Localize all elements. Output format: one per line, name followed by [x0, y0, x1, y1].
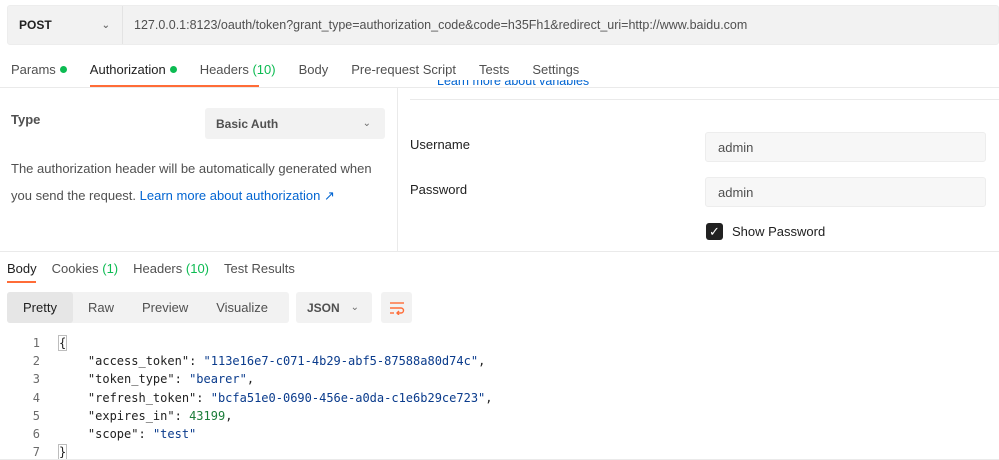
wrap-lines-icon	[389, 301, 404, 315]
method-label: POST	[19, 18, 52, 32]
json-key: "expires_in"	[87, 408, 175, 423]
show-password-checkbox[interactable]: ✓	[706, 223, 723, 240]
auth-type-select[interactable]: Basic Auth ⌄	[205, 108, 385, 139]
response-tab-test-results[interactable]: Test Results	[217, 258, 303, 284]
response-tab-cookies[interactable]: Cookies (1)	[45, 258, 126, 284]
chevron-down-icon: ⌄	[101, 19, 110, 31]
show-password-label[interactable]: Show Password	[732, 224, 825, 239]
response-body-code: 1{ 2 "access_token": "113e16e7-c071-4b29…	[0, 334, 999, 460]
tab-label: Authorization	[89, 62, 166, 77]
code-line: 3 "token_type": "bearer",	[0, 370, 999, 388]
divider	[0, 251, 999, 252]
tab-label: Cookies	[51, 261, 99, 276]
json-punct: ,	[246, 372, 255, 387]
auth-description: The authorization header will be automat…	[11, 155, 381, 209]
line-number: 4	[32, 390, 40, 405]
line-number: 1	[32, 336, 40, 350]
tab-label: Body	[298, 62, 329, 77]
json-value: "test"	[152, 426, 197, 441]
active-tab-indicator	[7, 281, 36, 283]
chevron-down-icon: ⌄	[362, 118, 371, 129]
json-key: "token_type"	[87, 372, 175, 387]
view-pretty-button[interactable]: Pretty	[7, 292, 73, 323]
panel-divider	[397, 88, 398, 251]
checkmark-icon: ✓	[709, 224, 720, 239]
code-line: 6 "scope": "test"	[0, 425, 999, 443]
code-line: 1{	[0, 334, 999, 352]
response-tabs: Body Cookies (1) Headers (10) Test Resul…	[0, 258, 303, 284]
chevron-down-icon: ⌄	[350, 302, 359, 313]
tab-label: Settings	[532, 62, 580, 77]
divider	[410, 99, 999, 100]
view-preview-button[interactable]: Preview	[127, 292, 201, 323]
line-number: 6	[32, 426, 40, 441]
json-key: "scope"	[87, 426, 139, 441]
tab-label: Tests	[478, 62, 510, 77]
cookies-count: (1)	[102, 261, 119, 276]
tab-label: Params	[11, 62, 56, 77]
format-select[interactable]: JSON ⌄	[296, 292, 372, 323]
code-line: 7}	[0, 443, 999, 460]
view-mode-group: Pretty Raw Preview Visualize	[7, 292, 289, 323]
password-field[interactable]: admin	[705, 177, 986, 207]
tab-label: Headers	[199, 62, 249, 77]
tab-label: Body	[7, 261, 37, 276]
learn-more-variables-text: Learn more about variables	[437, 80, 590, 88]
url-input[interactable]: 127.0.0.1:8123/oauth/token?grant_type=au…	[123, 18, 747, 32]
headers-count: (10)	[185, 261, 210, 276]
line-number: 2	[32, 354, 40, 369]
headers-count: (10)	[252, 62, 276, 77]
status-dot	[169, 66, 177, 74]
line-number: 7	[32, 445, 40, 460]
view-visualize-button[interactable]: Visualize	[201, 292, 281, 323]
json-key: "access_token"	[87, 354, 190, 369]
tab-authorization[interactable]: Authorization	[79, 55, 259, 87]
username-label: Username	[410, 137, 470, 152]
json-value: "bearer"	[189, 372, 247, 387]
auth-type-value: Basic Auth	[216, 116, 279, 131]
json-value: "113e16e7-c071-4b29-abf5-87588a80d74c"	[203, 354, 479, 369]
learn-more-link[interactable]: Learn more about authorization ↗	[140, 188, 335, 203]
tab-params[interactable]: Params	[0, 55, 79, 87]
code-text: {	[57, 335, 68, 351]
tab-body[interactable]: Body	[288, 55, 341, 87]
status-dot	[59, 66, 67, 74]
method-select[interactable]: POST ⌄	[8, 6, 123, 44]
json-punct: ,	[485, 390, 493, 405]
username-field[interactable]: admin	[705, 132, 986, 162]
format-value: JSON	[307, 300, 340, 315]
auth-type-label: Type	[11, 112, 41, 127]
code-text: }	[57, 444, 68, 460]
code-line: 4 "refresh_token": "bcfa51e0-0690-456e-a…	[0, 389, 999, 407]
url-bar: POST ⌄ 127.0.0.1:8123/oauth/token?grant_…	[7, 5, 999, 45]
response-tab-headers[interactable]: Headers (10)	[126, 258, 217, 284]
code-line: 2 "access_token": "113e16e7-c071-4b29-ab…	[0, 352, 999, 370]
learn-more-variables-link[interactable]: Learn more about variables	[437, 80, 589, 89]
view-raw-button[interactable]: Raw	[73, 292, 127, 323]
tab-label: Test Results	[224, 261, 295, 276]
tab-label: Pre-request Script	[351, 62, 456, 77]
code-line: 5 "expires_in": 43199,	[0, 407, 999, 425]
tab-headers[interactable]: Headers (10)	[189, 55, 288, 87]
line-number: 5	[32, 408, 40, 423]
json-value: 43199	[189, 408, 226, 423]
json-value: "bcfa51e0-0690-456e-a0da-c1e6b29ce723"	[210, 390, 486, 405]
json-punct: ,	[478, 354, 486, 369]
tab-label: Headers	[133, 261, 183, 276]
wrap-lines-button[interactable]	[381, 292, 412, 323]
line-number: 3	[32, 372, 40, 387]
json-punct: ,	[225, 408, 233, 423]
json-key: "refresh_token"	[87, 390, 197, 405]
password-label: Password	[410, 182, 468, 197]
